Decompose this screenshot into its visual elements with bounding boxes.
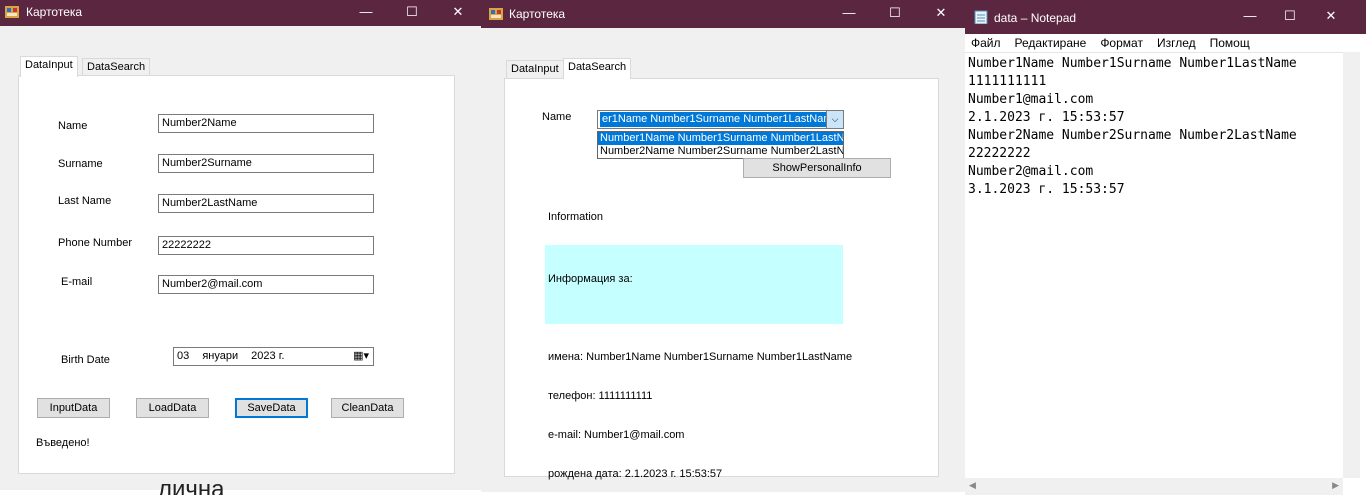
birthdate-label: Birth Date [61,354,110,366]
surname-label: Surname [58,158,103,170]
menu-bar: Файл Редактиране Формат Изглед Помощ [965,34,1366,52]
close-button[interactable]: ✕ [435,0,481,26]
maximize-button[interactable]: ☐ [872,1,918,27]
scroll-left-icon[interactable]: ◀ [969,480,976,491]
minimize-button[interactable]: — [826,1,872,27]
text-area[interactable]: Number1Name Number1Surname Number1LastNa… [965,52,1343,478]
name-label: Name [58,120,88,132]
close-button[interactable]: ✕ [1308,4,1354,30]
notepad-icon [974,10,988,24]
window-title: Картотека [509,7,566,21]
menu-view[interactable]: Изглед [1157,36,1196,50]
info-line: телефон: 1111111111 [548,390,653,402]
menu-format[interactable]: Формат [1100,36,1143,50]
horizontal-scrollbar[interactable]: ◀ ▶ [965,478,1343,495]
maximize-button[interactable]: ☐ [389,0,435,26]
info-line: Информация за: [548,273,633,285]
window-title: data – Notepad [994,11,1077,25]
notepad-window: data – Notepad — ☐ ✕ Файл Редактиране Форм… [965,0,1366,495]
text-line: 2.1.2023 г. 15:53:57 [968,110,1125,125]
name-input[interactable]: Number2Name [158,114,374,133]
birthdate-day: 03 [177,350,190,362]
menu-edit[interactable]: Редактиране [1015,36,1087,50]
text-line: Number2Name Number2Surname Number2LastNa… [968,128,1297,143]
lastname-label: Last Name [58,195,112,207]
clean-data-button[interactable]: CleanData [331,398,404,418]
window-data-search: Картотека — ☐ ✕ DataInput DataSearch Nam… [481,0,965,492]
text-line: Number2@mail.com [968,164,1094,179]
minimize-button[interactable]: — [343,0,389,26]
vertical-scrollbar[interactable] [1343,52,1360,478]
tab-datainput[interactable]: DataInput [506,60,564,79]
combobox-dropdown-list: Number1Name Number1Surname Number1LastNa… [597,131,844,159]
title-bar[interactable]: data – Notepad — ☐ ✕ [965,0,1366,34]
window-data-input: Картотека — ☐ ✕ DataInput DataSearch Nam… [0,0,481,490]
chevron-down-icon[interactable]: ⌵ [826,111,843,128]
save-data-button[interactable]: SaveData [235,398,308,418]
name-label: Name [542,111,572,123]
status-label: Въведено! [36,437,90,449]
text-line: 3.1.2023 г. 15:53:57 [968,182,1125,197]
birthdate-year: 2023 г. [251,350,285,362]
tab-datainput[interactable]: DataInput [20,56,78,77]
title-bar[interactable]: Картотека — ☐ ✕ [481,0,965,28]
combobox-selected-text: er1Name Number1Surname Number1LastName [600,112,829,127]
text-line: 1111111111 [968,74,1047,89]
maximize-button[interactable]: ☐ [1267,4,1313,30]
birthdate-month: януари [202,350,239,362]
phone-label: Phone Number [58,237,132,249]
dropdown-item[interactable]: Number1Name Number1Surname Number1LastNa… [598,132,843,145]
menu-help[interactable]: Помощ [1210,36,1250,50]
load-data-button[interactable]: LoadData [136,398,209,418]
info-line: имена: Number1Name Number1Surname Number… [548,351,853,363]
show-personal-info-button[interactable]: ShowPersonalInfo [743,158,891,178]
title-bar[interactable]: Картотека — ☐ ✕ [0,0,481,26]
close-button[interactable]: ✕ [918,1,964,27]
birthdate-picker[interactable]: 03 януари 2023 г. ▦▾ [173,347,374,366]
input-data-button[interactable]: InputData [37,398,110,418]
info-line [548,312,840,325]
text-line: 22222222 [968,146,1031,161]
surname-input[interactable]: Number2Surname [158,154,374,173]
scroll-right-icon[interactable]: ▶ [1332,480,1339,491]
app-icon [489,8,503,20]
email-label: E-mail [61,276,93,288]
text-line: Number1Name Number1Surname Number1LastNa… [968,56,1297,71]
app-icon [5,6,19,18]
text-line: Number1@mail.com [968,92,1094,107]
lastname-input[interactable]: Number2LastName [158,194,374,213]
information-box: Информация за: имена: Number1Name Number… [545,245,852,480]
menu-file[interactable]: Файл [971,36,1001,50]
information-label: Information [548,211,604,223]
phone-input[interactable]: 22222222 [158,236,374,255]
name-combobox[interactable]: er1Name Number1Surname Number1LastName ⌵ [597,110,844,129]
background-text: лична [158,478,225,495]
info-line: e-mail: Number1@mail.com [548,429,685,441]
email-input[interactable]: Number2@mail.com [158,275,374,294]
window-title: Картотека [26,5,83,19]
info-line: рождена дата: 2.1.2023 г. 15:53:57 [548,468,723,480]
tab-datasearch[interactable]: DataSearch [563,58,632,79]
dropdown-item[interactable]: Number2Name Number2Surname Number2LastNa… [598,145,843,158]
calendar-dropdown-icon[interactable]: ▦▾ [353,348,369,365]
